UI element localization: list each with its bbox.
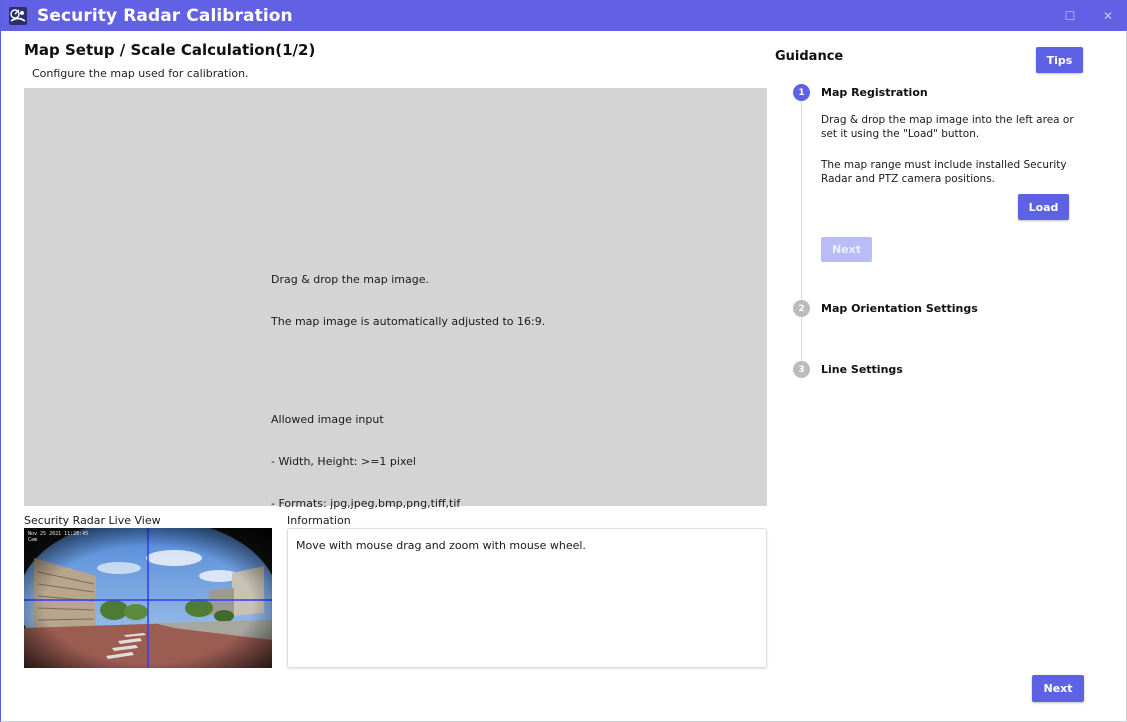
guidance-title: Guidance: [775, 49, 844, 64]
live-view-image[interactable]: Nov 25 2021 11:28:45 Cam: [24, 528, 272, 668]
step-1-indicator: 1: [793, 84, 810, 101]
window-title: Security Radar Calibration: [37, 5, 293, 26]
map-drop-area[interactable]: Drag & drop the map image. The map image…: [24, 88, 767, 510]
step-2-title: Map Orientation Settings: [821, 302, 978, 315]
drop-instruction-line: Drag & drop the map image.: [271, 273, 430, 286]
tips-button[interactable]: Tips: [1036, 47, 1083, 73]
step-3-indicator: 3: [793, 361, 810, 378]
live-view-overlay: Nov 25 2021 11:28:45 Cam: [28, 531, 88, 543]
live-view-camera-label: Cam: [28, 537, 38, 543]
live-view-label: Security Radar Live View: [24, 514, 161, 527]
drop-instruction-line: The map image is automatically adjusted …: [271, 315, 546, 328]
app-window: Security Radar Calibration ☐ ✕ Map Setup…: [0, 0, 1127, 722]
allowed-size-rule: - Width, Height: >=1 pixel: [271, 455, 416, 468]
step-1-description: Drag & drop the map image into the left …: [821, 114, 1074, 140]
maximize-button[interactable]: ☐: [1051, 0, 1089, 31]
step-connector: [801, 100, 802, 370]
allowed-formats-rule: - Formats: jpg,jpeg,bmp,png,tiff,tif: [271, 497, 461, 510]
next-button[interactable]: Next: [1032, 675, 1084, 702]
page-title: Map Setup / Scale Calculation(1/2): [24, 41, 316, 59]
allowed-input-heading: Allowed image input: [271, 413, 384, 426]
information-panel: Move with mouse drag and zoom with mouse…: [287, 528, 767, 668]
drop-instructions: Drag & drop the map image. The map image…: [271, 245, 545, 539]
step-1-title: Map Registration: [821, 86, 928, 99]
live-view-timestamp: Nov 25 2021 11:28:45: [28, 531, 89, 537]
load-button[interactable]: Load: [1018, 194, 1069, 220]
close-button[interactable]: ✕: [1089, 0, 1127, 31]
radar-app-icon: [7, 5, 29, 27]
information-label: Information: [287, 514, 351, 527]
step-1-requirement: The map range must include installed Sec…: [821, 159, 1067, 185]
step-2-indicator: 2: [793, 300, 810, 317]
title-bar: Security Radar Calibration ☐ ✕: [1, 0, 1127, 31]
page-subtitle: Configure the map used for calibration.: [32, 67, 249, 80]
live-view-camera-scene: [24, 528, 272, 668]
step-next-button[interactable]: Next: [821, 237, 872, 262]
window-controls: ☐ ✕: [1051, 0, 1127, 31]
information-text: Move with mouse drag and zoom with mouse…: [296, 539, 586, 552]
step-3-title: Line Settings: [821, 363, 903, 376]
